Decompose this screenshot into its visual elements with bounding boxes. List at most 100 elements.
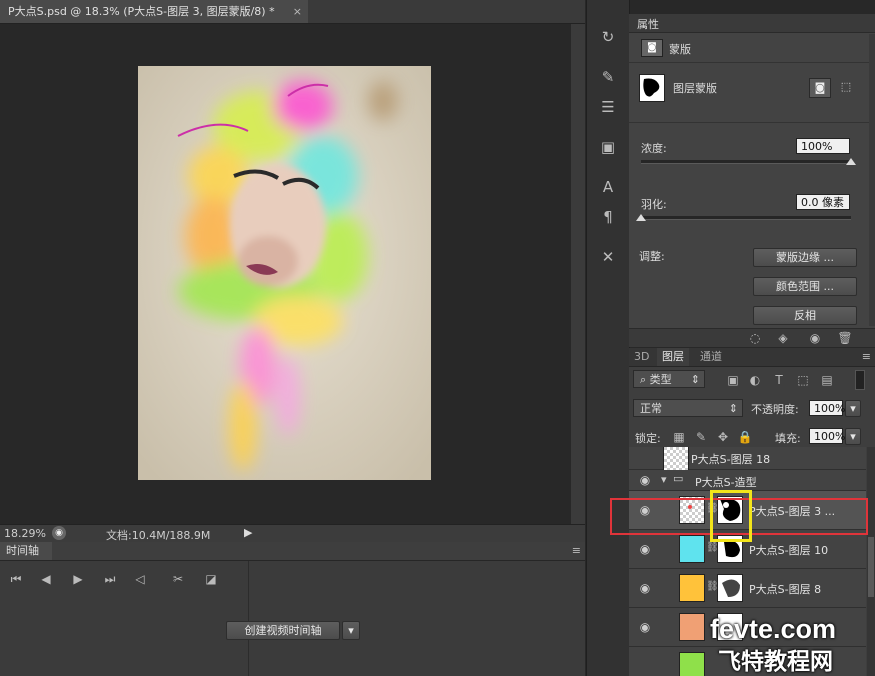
- eye-icon[interactable]: ◉: [637, 620, 653, 634]
- brush-presets-icon[interactable]: ✎: [595, 64, 621, 90]
- panel-menu-icon[interactable]: ≡: [572, 544, 581, 557]
- chevron-down-icon[interactable]: ▾: [845, 400, 861, 417]
- blend-mode-value: 正常: [640, 402, 662, 415]
- character-icon[interactable]: A: [595, 174, 621, 200]
- document-tab-bar: P大点S.psd @ 18.3% (P大点S-图层 3, 图层蒙版/8) * ×: [0, 0, 585, 24]
- layer-name: P大点S-图层 8: [749, 583, 822, 596]
- play-icon[interactable]: ▶: [70, 571, 86, 587]
- previous-frame-icon[interactable]: ◀: [38, 571, 54, 587]
- properties-header: 属性: [629, 14, 875, 33]
- eye-icon[interactable]: ◉: [637, 473, 653, 487]
- layer-mask-label: 图层蒙版: [673, 82, 717, 95]
- blend-mode-dropdown[interactable]: 正常 ⇕: [633, 399, 743, 417]
- invert-button[interactable]: 反相: [753, 306, 857, 325]
- filter-smart-object-icon[interactable]: ▤: [819, 372, 835, 388]
- lock-all-icon[interactable]: 🔒: [737, 429, 753, 445]
- visibility-toggle[interactable]: [637, 451, 653, 465]
- layer-group-row[interactable]: ◉ ▾ ▭ P大点S-造型: [629, 470, 866, 491]
- feather-slider[interactable]: [641, 216, 851, 220]
- status-info-icon[interactable]: ◉: [52, 526, 66, 540]
- scissors-icon[interactable]: ✂: [170, 571, 186, 587]
- feather-field[interactable]: 0.0 像素: [796, 194, 850, 210]
- density-slider-thumb[interactable]: [846, 158, 856, 165]
- watermark-site-name: 飞特教程网: [718, 649, 833, 675]
- tab-layers[interactable]: 图层: [657, 348, 689, 366]
- lock-brush-icon[interactable]: ✎: [693, 429, 709, 445]
- adjust-label: 调整:: [639, 250, 665, 263]
- first-frame-icon[interactable]: ⏮: [8, 571, 24, 587]
- folder-icon: ▭: [673, 472, 684, 485]
- mask-icon: ◙: [641, 39, 663, 57]
- fill-field[interactable]: 100%: [809, 428, 845, 444]
- close-icon[interactable]: ×: [293, 0, 302, 23]
- layer-thumbnail: [663, 447, 689, 471]
- apply-mask-icon[interactable]: ◈: [775, 330, 791, 346]
- timeline-header: 时间轴 ≡: [0, 542, 585, 561]
- feather-slider-thumb[interactable]: [636, 214, 646, 221]
- pixel-mask-icon[interactable]: ◙: [809, 78, 831, 98]
- density-label: 浓度:: [641, 142, 667, 155]
- chevron-down-icon: ⇕: [690, 373, 700, 386]
- filter-shape-icon[interactable]: ⬚: [795, 372, 811, 388]
- document-size-info: 文档:10.4M/188.9M: [106, 529, 211, 542]
- chevron-down-icon[interactable]: ▾: [661, 473, 667, 486]
- load-selection-icon[interactable]: ◌: [747, 330, 763, 346]
- layer-name: P大点S-图层 18: [691, 453, 771, 466]
- filter-type-icon[interactable]: T: [771, 372, 787, 388]
- watermark-domain: fevte.com: [710, 614, 837, 644]
- document-tab-title: P大点S.psd @ 18.3% (P大点S-图层 3, 图层蒙版/8) *: [8, 5, 275, 18]
- panel-icon-strip: ↻ ✎ ☰ ▣ A ¶ ✕: [586, 0, 630, 676]
- chevron-down-icon[interactable]: ▾: [342, 621, 360, 640]
- fill-label: 填充:: [775, 432, 801, 445]
- chevron-down-icon[interactable]: ▾: [845, 428, 861, 445]
- eye-icon[interactable]: ◉: [807, 330, 823, 346]
- adjust-sliders-icon[interactable]: ☰: [595, 94, 621, 120]
- layer-thumbnail: [679, 535, 705, 563]
- status-menu-arrow-icon[interactable]: ▶: [244, 526, 252, 539]
- layer-mask-thumbnail[interactable]: [717, 574, 743, 602]
- canvas-vertical-scrollbar[interactable]: [571, 24, 585, 524]
- layer-thumbnail: [679, 574, 705, 602]
- history-icon[interactable]: ↻: [595, 24, 621, 50]
- layer-row[interactable]: P大点S-图层 18: [629, 447, 866, 471]
- vector-mask-icon[interactable]: ⬚: [837, 78, 855, 96]
- layers-scrollbar-thumb[interactable]: [868, 537, 874, 597]
- lock-position-icon[interactable]: ✥: [715, 429, 731, 445]
- filter-pixel-icon[interactable]: ▣: [725, 372, 741, 388]
- tool-presets-icon[interactable]: ✕: [595, 244, 621, 270]
- filter-toggle[interactable]: [855, 370, 865, 390]
- mask-edge-button[interactable]: 蒙版边缘 ...: [753, 248, 857, 267]
- document-tab[interactable]: P大点S.psd @ 18.3% (P大点S-图层 3, 图层蒙版/8) * ×: [0, 0, 308, 23]
- paragraph-icon[interactable]: ¶: [595, 204, 621, 230]
- trash-icon[interactable]: 🗑: [837, 330, 853, 346]
- mask-label: 蒙版: [669, 43, 691, 56]
- filter-adjustment-icon[interactable]: ◐: [747, 372, 763, 388]
- opacity-field[interactable]: 100%: [809, 400, 845, 416]
- eye-icon[interactable]: ◉: [637, 581, 653, 595]
- next-frame-icon[interactable]: ⏭: [102, 571, 118, 587]
- layer-thumbnail: [679, 613, 705, 641]
- lock-transparent-icon[interactable]: ▦: [671, 429, 687, 445]
- layer-mask-thumbnail: [639, 74, 665, 102]
- tab-3d[interactable]: 3D: [629, 348, 654, 366]
- zoom-level[interactable]: 18.29%: [4, 527, 46, 540]
- layer-name: P大点S-图层 10: [749, 544, 829, 557]
- properties-title: 属性: [637, 18, 659, 31]
- divider: [629, 62, 875, 63]
- create-video-timeline-button[interactable]: 创建视频时间轴: [226, 621, 340, 640]
- artwork-image: [138, 66, 431, 480]
- eye-icon[interactable]: ◉: [637, 542, 653, 556]
- timeline-tab[interactable]: 时间轴: [0, 542, 52, 560]
- panel-menu-icon[interactable]: ≡: [862, 350, 871, 363]
- transition-icon[interactable]: ◪: [203, 571, 219, 587]
- properties-scrollbar[interactable]: [869, 34, 875, 326]
- density-field[interactable]: 100%: [796, 138, 850, 154]
- layer-row[interactable]: ◉ ⛓ P大点S-图层 8: [629, 569, 866, 608]
- clone-source-icon[interactable]: ▣: [595, 134, 621, 160]
- tab-channels[interactable]: 通道: [695, 348, 727, 366]
- opacity-label: 不透明度:: [751, 403, 799, 416]
- audio-icon[interactable]: ◁: [132, 571, 148, 587]
- filter-kind-dropdown[interactable]: ⌕ 类型 ⇕: [633, 370, 705, 388]
- color-range-button[interactable]: 颜色范围 ...: [753, 277, 857, 296]
- density-slider[interactable]: [641, 160, 851, 164]
